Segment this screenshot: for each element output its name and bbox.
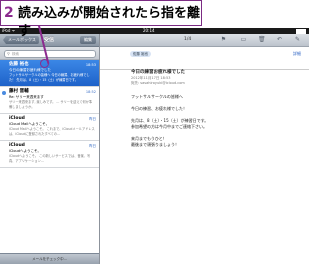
flag-icon[interactable]: ⚑ <box>220 36 227 43</box>
folder-icon[interactable]: ▭ <box>240 36 247 43</box>
search-icon: ⚲ <box>7 51 10 56</box>
mail-recipient: 宛先: sasahiroyuki@icloud.com <box>131 81 185 85</box>
message-item[interactable]: 佐藤 裕也 18:53 今日の練習お疲れ様でした フットサルサークルの皆様へ 今… <box>0 60 99 87</box>
mailbox-toolbar: メールをチェック中... <box>0 253 99 264</box>
message-preview: iCloudへようこそ。 この新しいサービスでは、音楽、写真、アプリケーション.… <box>9 154 91 163</box>
sender-chip[interactable]: 佐藤 裕也 <box>130 51 152 57</box>
message-preview: フットサルサークルの皆様へ 今日の練習、お疲れ様でした！ 先月は、8（土）・15… <box>9 73 90 82</box>
message-header: 佐藤 裕也 詳細 <box>100 47 309 70</box>
step-number: 2 <box>4 5 14 21</box>
search-bar: ⚲ 検索 <box>0 47 99 60</box>
touch-point-marker <box>40 59 49 68</box>
mailbox-pane: メールボックス 受信 編集 ⚲ 検索 佐藤 裕也 18:53 今日の練習お疲れ様… <box>0 34 100 264</box>
unread-dot-icon <box>2 91 6 95</box>
details-link[interactable]: 詳細 <box>293 51 301 57</box>
search-input[interactable]: ⚲ 検索 <box>4 50 96 58</box>
message-item[interactable]: 藤村 晋輔 18:52 Re: サリー来週来ます サリー来週来ます, 楽しみです… <box>0 87 99 114</box>
message-preview: iCloud Mailへようこそ。 これまで、iCloudメールアドレスは、iC… <box>9 127 95 136</box>
message-date: 18:52 <box>85 90 96 94</box>
message-date: 昨日 <box>89 117 96 121</box>
update-status: メールをチェック中... <box>32 257 67 261</box>
message-item[interactable]: iCloud 昨日 iCloudへようこそ。 iCloudへようこそ。 この新し… <box>0 141 99 168</box>
search-placeholder: 検索 <box>12 52 19 56</box>
step-instruction: 読み込みが開始されたら指を離す <box>18 6 201 39</box>
message-item[interactable]: iCloud 昨日 iCloud Mailへようこそ。 iCloud Mailへ… <box>0 114 99 141</box>
body-line: 最後まで頑張りましょう！ <box>131 142 179 147</box>
reply-icon[interactable]: ↶ <box>276 36 283 43</box>
message-body: 今日の練習お疲れ様でした 2012年11月17日 18:53 宛先: sasah… <box>131 70 301 148</box>
trash-icon[interactable]: 🗑 <box>258 36 266 43</box>
message-date: 18:53 <box>85 63 96 67</box>
message-list: 佐藤 裕也 18:53 今日の練習お疲れ様でした フットサルサークルの皆様へ 今… <box>0 60 99 168</box>
message-date: 昨日 <box>89 144 96 148</box>
message-pane: 1/4 ⚑ ▭ 🗑 ↶ ✎ 佐藤 裕也 詳細 今日の練習お疲れ様でした 2012… <box>100 34 309 264</box>
compose-icon[interactable]: ✎ <box>294 36 301 43</box>
instruction-callout: 2 読み込みが開始されたら指を離す <box>0 0 202 39</box>
message-preview: サリー来週来ます, 楽しみです。 ... サリーを迎えて何か準備しましょうか。 <box>9 100 93 109</box>
